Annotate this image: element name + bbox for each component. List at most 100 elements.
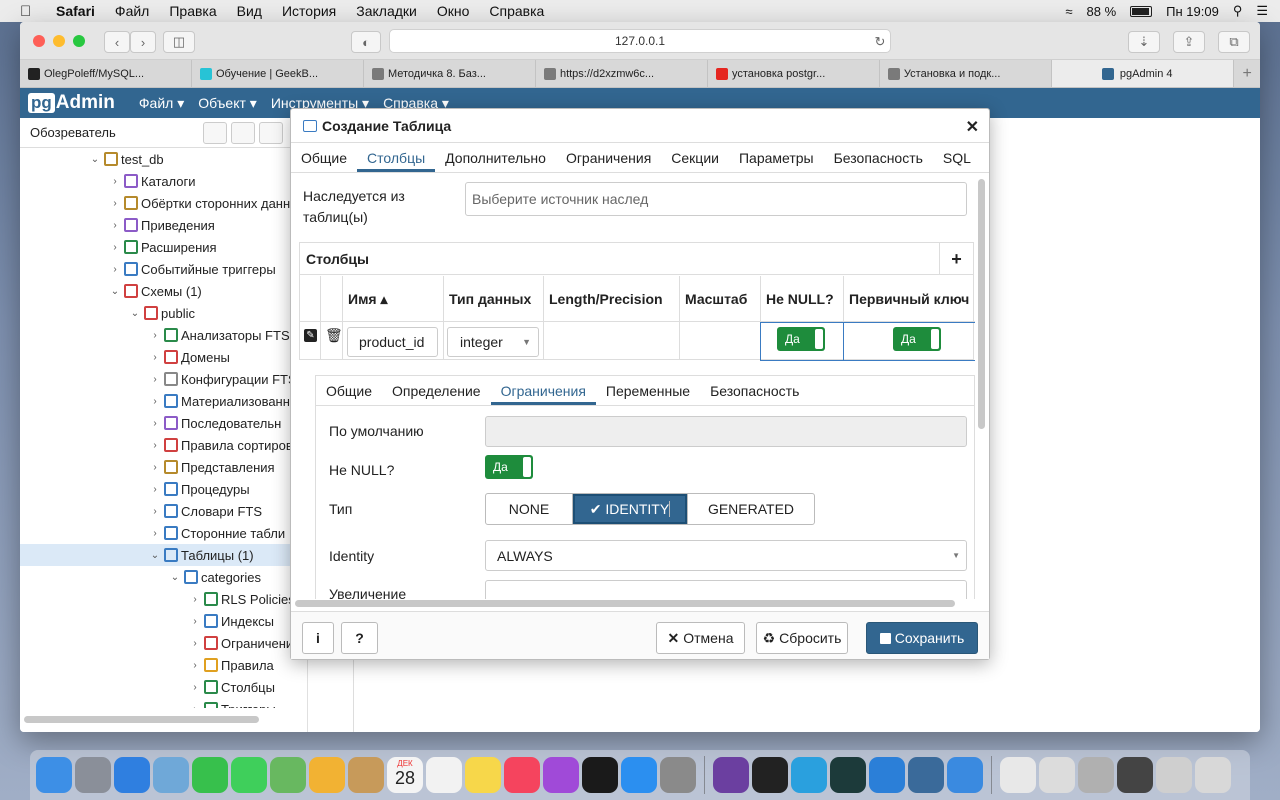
preview-icon[interactable] [1039, 757, 1075, 793]
maps-icon[interactable] [270, 757, 306, 793]
browser-tab[interactable]: Методичка 8. Баз... [364, 60, 536, 87]
menu-history[interactable]: История [282, 3, 336, 19]
th-scale[interactable]: Масштаб [681, 277, 747, 321]
th-notnull[interactable]: Не NULL? [762, 277, 834, 321]
reload-icon[interactable]: ↻ [870, 31, 890, 53]
tree-node[interactable]: › Представления [20, 456, 308, 478]
chevron-right-icon[interactable]: › [148, 506, 162, 517]
music-icon[interactable] [504, 757, 540, 793]
browser-tab[interactable]: Установка и подк... [880, 60, 1052, 87]
column-detail-tab[interactable]: Определение [382, 376, 491, 405]
notnull-grid-toggle[interactable]: Да [777, 327, 825, 351]
inherit-select[interactable]: Выберите источник наслед [465, 182, 967, 216]
query-tool-icon[interactable] [203, 122, 227, 144]
github-icon[interactable] [713, 757, 749, 793]
tree-horizontal-scrollbar[interactable] [24, 716, 259, 723]
add-column-button[interactable]: + [939, 243, 973, 275]
dialog-vertical-scrollbar[interactable] [978, 179, 985, 429]
menu-bookmarks[interactable]: Закладки [356, 3, 417, 19]
wifi-icon[interactable]: ≈ [1065, 4, 1072, 19]
help-button[interactable]: ? [341, 622, 378, 654]
spotlight-icon[interactable]: ⚲ [1233, 3, 1243, 19]
reminders-icon[interactable] [426, 757, 462, 793]
privacy-shield-icon[interactable]: ◐ [351, 31, 381, 53]
apple-icon[interactable]:  [20, 3, 36, 20]
back-button[interactable]: ‹ [104, 31, 130, 53]
control-center-icon[interactable]: ☰ [1256, 3, 1268, 19]
column-detail-tab[interactable]: Переменные [596, 376, 700, 405]
chevron-right-icon[interactable]: › [108, 198, 122, 209]
safari-icon[interactable] [114, 757, 150, 793]
info-button[interactable]: i [302, 622, 334, 654]
minimize-window-button[interactable] [53, 35, 65, 47]
tree-node[interactable]: › Словари FTS [20, 500, 308, 522]
reset-button[interactable]: ♻ Сбросить [756, 622, 848, 654]
dialog-tab[interactable]: SQL [933, 143, 981, 172]
dialog-tab[interactable]: Столбцы [357, 143, 436, 172]
dialog-tab[interactable]: Дополнительно [435, 143, 556, 172]
dialog-tab[interactable]: Ограничения [556, 143, 661, 172]
cancel-button[interactable]: ✕ Отмена [656, 622, 745, 654]
chevron-right-icon[interactable]: › [108, 264, 122, 275]
dialog-titlebar[interactable]: Создание Таблица [291, 109, 989, 143]
window2-icon[interactable] [1156, 757, 1192, 793]
screenshot-icon[interactable] [1078, 757, 1114, 793]
column-detail-tab[interactable]: Безопасность [700, 376, 809, 405]
tree-node[interactable]: ⌄ public [20, 302, 308, 324]
tv-icon[interactable] [582, 757, 618, 793]
dialog-tab[interactable]: Параметры [729, 143, 824, 172]
chevron-right-icon[interactable]: › [148, 396, 162, 407]
calendar-icon[interactable]: ДЕК 28 [387, 757, 423, 793]
tree-node[interactable]: ⌄ test_db [20, 148, 308, 170]
tree-node[interactable]: › Триггеры [20, 698, 308, 708]
chevron-right-icon[interactable]: › [148, 352, 162, 363]
forward-button[interactable]: › [130, 31, 156, 53]
chevron-right-icon[interactable]: › [188, 638, 202, 649]
close-window-button[interactable] [33, 35, 45, 47]
identity-select[interactable]: ALWAYS ▼ [485, 540, 967, 571]
tree-node[interactable]: › RLS Policies [20, 588, 308, 610]
tree-node[interactable]: › Столбцы [20, 676, 308, 698]
tree-node[interactable]: › Конфигурации FTS [20, 368, 308, 390]
dialog-tab[interactable]: Общие [291, 143, 357, 172]
dialog-tab[interactable]: Безопасность [824, 143, 933, 172]
system-preferences-icon[interactable] [660, 757, 696, 793]
tree-node[interactable]: ⌄ categories [20, 566, 308, 588]
chevron-right-icon[interactable]: › [188, 594, 202, 605]
tree-node[interactable]: ⌄ Схемы (1) [20, 280, 308, 302]
close-icon[interactable]: ✕ [966, 117, 979, 137]
address-bar[interactable]: 127.0.0.1 [389, 29, 891, 53]
dialog-tab[interactable]: Секции [661, 143, 729, 172]
chevron-down-icon[interactable]: ⌄ [88, 154, 102, 165]
menu-view[interactable]: Вид [237, 3, 262, 19]
th-length[interactable]: Length/Precision [545, 277, 663, 321]
menu-edit[interactable]: Правка [169, 3, 216, 19]
delete-row-icon[interactable]: 🗑 [325, 327, 343, 344]
chevron-right-icon[interactable]: › [148, 462, 162, 473]
tree-node[interactable]: › Правила [20, 654, 308, 676]
facetime-icon[interactable] [192, 757, 228, 793]
sidebar-toggle-icon[interactable]: ◫ [163, 31, 195, 53]
browser-tab[interactable]: установка postgr... [708, 60, 880, 87]
th-primary-key[interactable]: Первичный ключ [845, 277, 973, 321]
tabs-overview-icon[interactable]: ⧉ [1218, 31, 1250, 53]
xcode-icon[interactable] [947, 757, 983, 793]
pg-menu-object[interactable]: Объект ▾ [198, 95, 257, 112]
tree-node[interactable]: › Процедуры [20, 478, 308, 500]
pg-menu-file[interactable]: Файл ▾ [139, 95, 184, 112]
window1-icon[interactable] [1117, 757, 1153, 793]
notes-icon[interactable] [465, 757, 501, 793]
tree-node[interactable]: › Индексы [20, 610, 308, 632]
type-identity-button[interactable]: ✔ IDENTITY [573, 494, 688, 524]
primary-key-toggle[interactable]: Да [893, 327, 941, 351]
chevron-right-icon[interactable]: › [188, 660, 202, 671]
contacts-icon[interactable] [348, 757, 384, 793]
share-icon[interactable]: ⇪ [1173, 31, 1205, 53]
type-generated-button[interactable]: GENERATED [688, 494, 814, 524]
browser-tab[interactable]: Обучение | GeekB... [192, 60, 364, 87]
tree-node[interactable]: › Ограничения [20, 632, 308, 654]
tree-node[interactable]: › Приведения [20, 214, 308, 236]
downloads-icon[interactable]: ⇣ [1128, 31, 1160, 53]
dialog-horizontal-scrollbar[interactable] [295, 600, 955, 607]
column-type-select[interactable]: integer ▼ [447, 327, 539, 357]
